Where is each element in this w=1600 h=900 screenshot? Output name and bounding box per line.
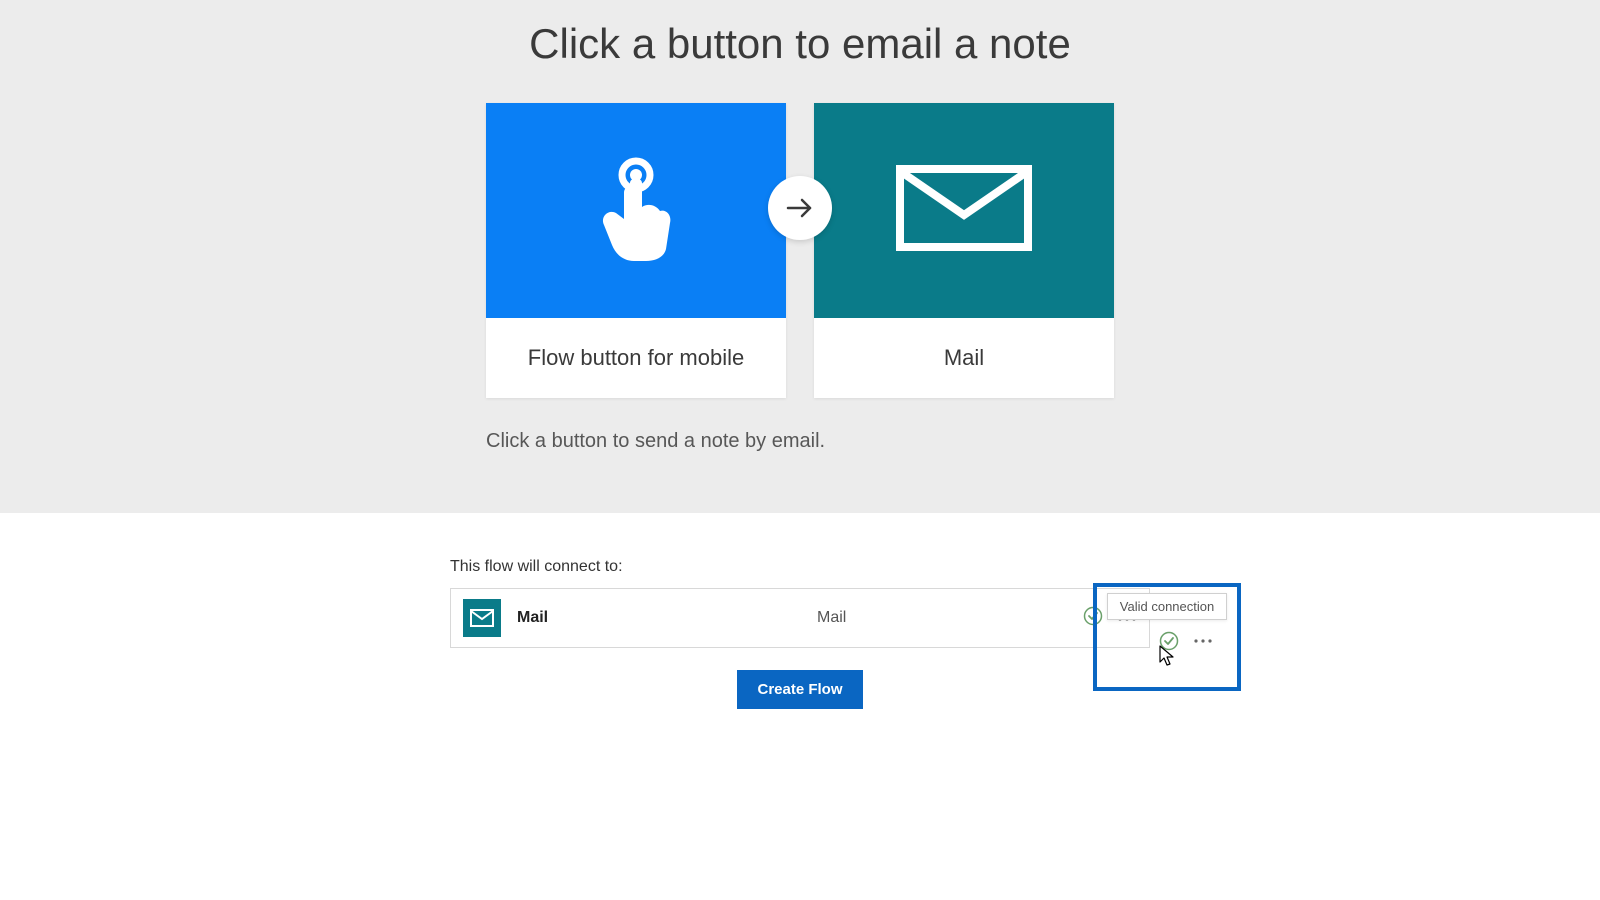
page-title: Click a button to email a note <box>0 20 1600 68</box>
tile-flow-button-icon-area <box>486 103 786 318</box>
template-description: Click a button to send a note by email. <box>486 430 1114 453</box>
tile-flow-button[interactable]: Flow button for mobile <box>486 103 786 398</box>
connection-section: This flow will connect to: Mail Mail <box>0 513 1600 709</box>
mail-service-icon <box>463 599 501 637</box>
connect-intro-label: This flow will connect to: <box>450 558 1150 576</box>
valid-connection-icon <box>1083 606 1103 631</box>
valid-connection-tooltip: Valid connection <box>1107 593 1227 620</box>
mail-icon <box>894 163 1034 258</box>
template-header-section: Click a button to email a note Flow butt… <box>0 0 1600 513</box>
connection-row-mail: Mail Mail Valid conne <box>450 588 1150 648</box>
tile-mail[interactable]: Mail <box>814 103 1114 398</box>
flow-tiles-row: Flow button for mobile Mail <box>0 103 1600 398</box>
tile-mail-label: Mail <box>814 318 1114 398</box>
tile-mail-icon-area <box>814 103 1114 318</box>
connection-service-name: Mail <box>517 609 717 627</box>
tile-flow-button-label: Flow button for mobile <box>486 318 786 398</box>
connection-service-type: Mail <box>717 609 1057 627</box>
create-flow-button[interactable]: Create Flow <box>737 670 862 709</box>
touch-icon <box>594 153 678 268</box>
status-icons-callout <box>1159 631 1213 651</box>
flow-arrow-icon <box>768 176 832 240</box>
